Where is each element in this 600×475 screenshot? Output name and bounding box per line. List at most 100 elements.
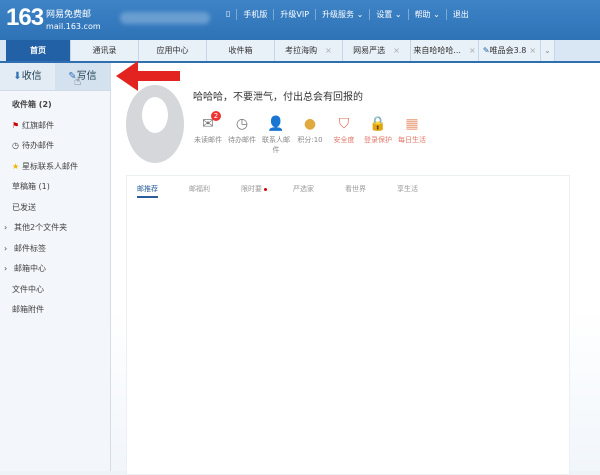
tab-label: 首页 <box>30 46 46 55</box>
panel-tab-recommend[interactable]: 邮推荐 <box>137 184 189 198</box>
sidebar-item-flagged[interactable]: ⚑ 红旗邮件 <box>0 116 110 137</box>
stat-security[interactable]: ⛉ 安全度 <box>327 113 361 155</box>
tab-label: 邮推荐 <box>137 185 158 198</box>
panel-tab-life[interactable]: 享生活 <box>397 184 449 198</box>
tabs-more-button[interactable]: ⌄ <box>541 40 555 61</box>
item-label: 待办邮件 <box>22 141 54 150</box>
unread-badge: 2 <box>211 111 221 121</box>
panel-tab-welfare[interactable]: 邮福利 <box>189 184 241 198</box>
panel-tab-yanxuan[interactable]: 严选家 <box>293 184 345 198</box>
sidebar: ⬇收信 ✎写信 收件箱 (2) ⚑ 红旗邮件 ◷ 待办邮件 ★ 星标联系人邮件 草稿箱… <box>0 63 111 471</box>
nav-vip[interactable]: 升级VIP <box>273 9 315 20</box>
item-label: 收件箱 (2) <box>12 100 52 109</box>
stat-label: 积分:10 <box>297 136 323 144</box>
shield-icon: ⛉ <box>338 116 350 132</box>
compose-button[interactable]: ✎写信 <box>55 63 110 90</box>
close-icon[interactable]: × <box>325 46 332 55</box>
tab-home[interactable]: 首页 <box>6 40 71 61</box>
item-label: 邮件标签 <box>14 243 46 253</box>
tab-label: 邮福利 <box>189 185 210 193</box>
tab-label: 限时要 <box>241 185 262 193</box>
tab-yanxuan[interactable]: 网易严选 × <box>343 40 411 61</box>
sidebar-item-tags[interactable]: › 邮件标签 <box>0 239 110 260</box>
recommend-panel: 邮推荐 邮福利 限时要 严选家 看世界 享生活 <box>126 175 570 475</box>
logo-domain: mail.163.com <box>46 22 101 31</box>
receive-label: 收信 <box>21 71 42 82</box>
stat-login-protect[interactable]: 🔒 登录保护 <box>361 113 395 155</box>
item-label: 文件中心 <box>12 284 44 294</box>
item-label: 已发送 <box>12 202 36 212</box>
contact-star-icon: 👤 <box>267 116 285 132</box>
tab-inbox[interactable]: 收件箱 <box>207 40 275 61</box>
item-label: 邮箱中心 <box>14 264 46 273</box>
tab-vip[interactable]: ✎唯品会3.8 × <box>479 40 541 61</box>
close-icon[interactable]: × <box>393 46 400 55</box>
coin-icon: ● <box>303 116 317 132</box>
receive-button[interactable]: ⬇收信 <box>0 63 55 90</box>
tab-kaola[interactable]: 考拉海购 × <box>275 40 343 61</box>
nav-settings[interactable]: 设置 ⌄ <box>369 9 407 20</box>
tab-label: 严选家 <box>293 185 314 193</box>
calendar-icon: ▦ <box>405 116 419 132</box>
sidebar-item-drafts[interactable]: 草稿箱 (1) <box>0 177 110 198</box>
stat-label: 每日生活 <box>398 136 426 144</box>
chevron-right-icon: › <box>4 264 8 273</box>
chevron-right-icon: › <box>4 243 8 253</box>
stat-label: 联系人邮件 <box>262 136 290 154</box>
clock-icon: ◷ <box>235 116 249 132</box>
item-label: 草稿箱 (1) <box>12 182 50 191</box>
close-icon[interactable]: × <box>529 46 536 55</box>
account-name-blurred <box>120 12 210 24</box>
stat-contacts[interactable]: 👤 联系人邮件 <box>259 113 293 155</box>
sidebar-item-todo[interactable]: ◷ 待办邮件 <box>0 136 110 157</box>
tab-label: 看世界 <box>345 185 366 193</box>
compose-icon: ✎ <box>482 46 490 55</box>
item-label: 其他2个文件夹 <box>14 223 68 232</box>
sidebar-item-sent[interactable]: 已发送 <box>0 198 110 219</box>
lock-icon: 🔒 <box>369 116 387 132</box>
stat-unread[interactable]: ✉ 2 未读邮件 <box>191 111 225 155</box>
stat-label: 待办邮件 <box>228 136 256 144</box>
nav-logout[interactable]: 退出 <box>445 9 475 20</box>
sidebar-item-other-folders[interactable]: › 其他2个文件夹 <box>0 218 110 239</box>
avatar[interactable] <box>126 85 184 163</box>
item-label: 红旗邮件 <box>22 120 54 130</box>
nav-mobile[interactable]: 手机版 <box>236 9 273 20</box>
flag-icon: ⚑ <box>12 120 20 130</box>
logo-text: 网易免费邮 <box>46 10 92 20</box>
tab-label: 通讯录 <box>92 46 117 55</box>
logo[interactable]: 163 网易免费邮 mail.163.com <box>6 4 101 32</box>
tab-message[interactable]: 来自哈哈哈... × <box>411 40 479 61</box>
stats-row: ✉ 2 未读邮件 ◷ 待办邮件 👤 联系人邮件 ● 积分:10 ⛉ 安全度 🔒 登录保护 ▦ 每… <box>191 111 429 155</box>
star-icon: ★ <box>12 161 20 171</box>
panel-tab-limited[interactable]: 限时要 <box>241 184 293 198</box>
nav-help[interactable]: 帮助 ⌄ <box>407 9 446 20</box>
stat-points[interactable]: ● 积分:10 <box>293 113 327 155</box>
sidebar-item-mail-center[interactable]: › 邮箱中心 <box>0 259 110 280</box>
sidebar-item-inbox[interactable]: 收件箱 (2) <box>0 95 110 116</box>
hand-cursor-icon: ☝ <box>74 74 82 88</box>
panel-tab-world[interactable]: 看世界 <box>345 184 397 198</box>
tab-label: 考拉海购 <box>285 46 318 55</box>
sidebar-item-attachments[interactable]: 邮箱附件 <box>0 300 110 321</box>
sidebar-item-starred[interactable]: ★ 星标联系人邮件 <box>0 157 110 178</box>
chevron-right-icon: › <box>4 223 8 232</box>
clock-icon: ◷ <box>12 141 19 150</box>
nav-upgrade[interactable]: 升级服务 ⌄ <box>315 9 369 20</box>
close-icon[interactable]: × <box>469 46 476 55</box>
item-label: 星标联系人邮件 <box>22 161 78 171</box>
stat-label: 未读邮件 <box>194 136 222 144</box>
sidebar-item-files[interactable]: 文件中心 <box>0 280 110 301</box>
receive-icon: ⬇ <box>13 71 22 82</box>
header: 163 网易免费邮 mail.163.com ▯ 手机版 升级VIP 升级服务 ⌄… <box>0 0 600 40</box>
tab-label: 唯品会3.8 <box>489 46 527 55</box>
tab-label: 网易严选 <box>353 46 386 55</box>
tab-label: 享生活 <box>397 185 418 193</box>
motto-text: 哈哈哈，不要泄气，付出总会有回报的 <box>193 92 363 103</box>
mobile-icon[interactable]: ▯ <box>220 9 236 20</box>
tab-label: 应用中心 <box>156 46 189 55</box>
stat-todo[interactable]: ◷ 待办邮件 <box>225 113 259 155</box>
toolbar: ⬇收信 ✎写信 <box>0 63 110 91</box>
stat-daily-life[interactable]: ▦ 每日生活 <box>395 113 429 155</box>
logo-number: 163 <box>6 4 44 31</box>
